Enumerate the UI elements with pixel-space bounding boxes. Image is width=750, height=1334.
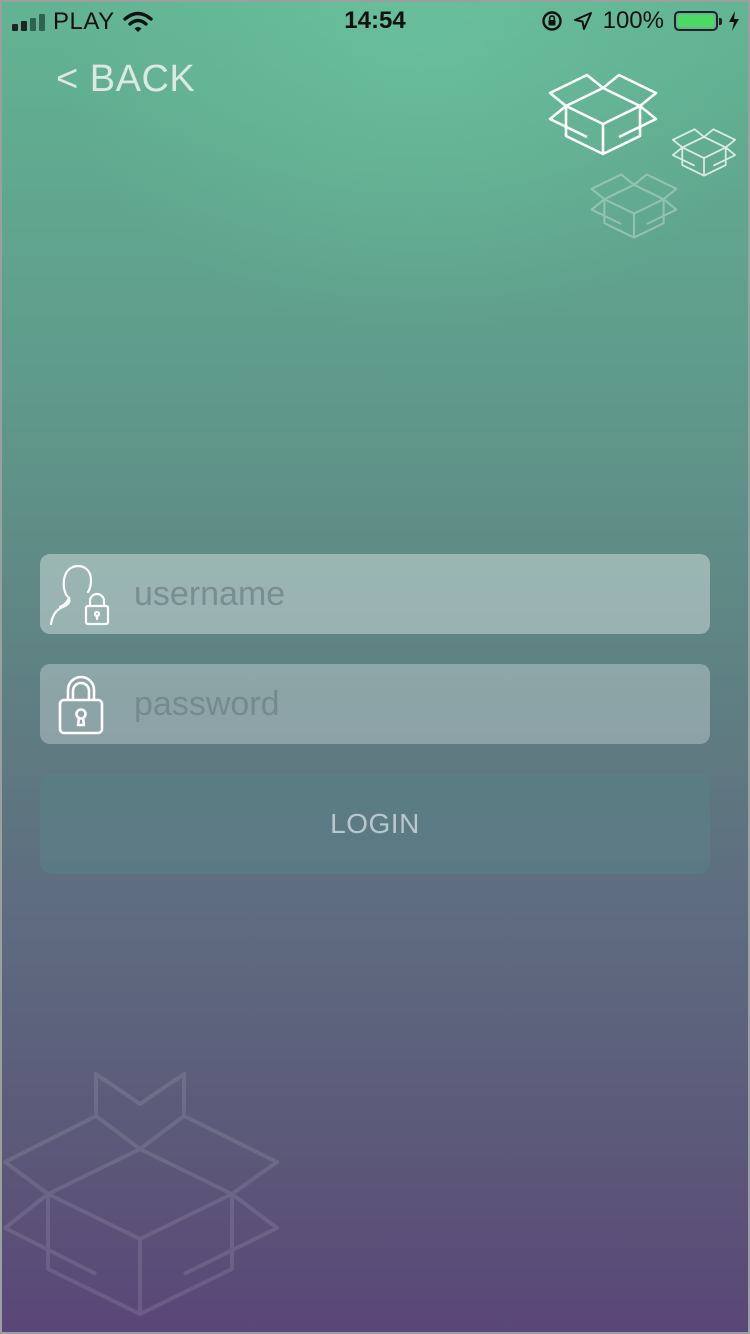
back-button[interactable]: < BACK [56,58,195,101]
location-arrow-icon [573,12,592,30]
username-field[interactable] [40,554,710,634]
padlock-icon [58,675,104,735]
box-icon-faded [590,173,678,239]
charging-bolt-icon [729,11,739,31]
status-right: 100% [541,7,740,35]
box-icon [548,73,658,156]
username-input[interactable] [134,554,694,634]
box-watermark-icon [3,1072,279,1316]
status-bar: PLAY 14:54 100% [0,0,750,40]
user-lock-icon [49,564,110,626]
login-screen: PLAY 14:54 100% < BACK username LOGIN [0,0,750,1334]
battery-icon [674,11,722,31]
battery-percent: 100% [602,7,664,34]
orientation-lock-icon [541,11,562,31]
password-field[interactable] [40,664,710,744]
login-button[interactable]: LOGIN [40,774,710,874]
battery-level [678,15,714,27]
box-icon-small [672,128,736,177]
password-input[interactable] [134,664,694,744]
